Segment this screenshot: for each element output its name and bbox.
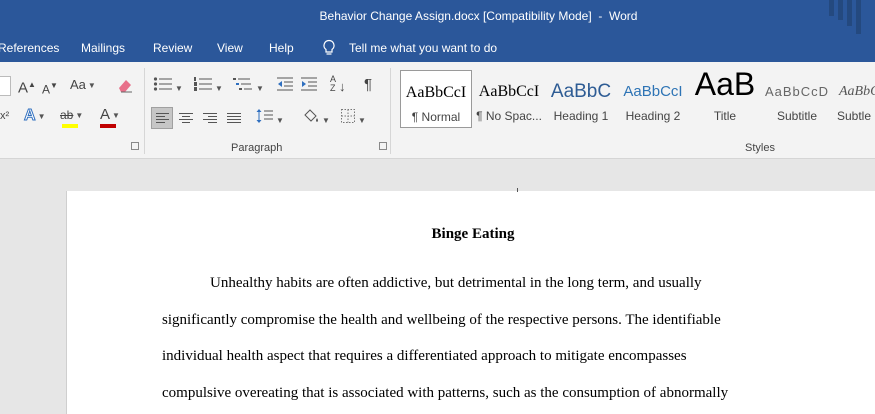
shrink-font-icon: A [42,82,51,97]
style-heading-1[interactable]: AaBbC Heading 1 [545,70,617,128]
show-formatting-button[interactable]: ¶ [364,76,372,94]
paragraph-group-label: Paragraph [231,142,283,154]
title-bar: Behavior Change Assign.docx [Compatibili… [0,0,875,34]
style-subtitle[interactable]: AaBbCcD Subtitle [761,70,833,128]
tab-review[interactable]: Review [153,41,192,55]
body-line: significantly compromise the health and … [162,312,721,328]
font-color-swatch [100,124,116,128]
style-sample: AaBbCcI [478,83,540,100]
highlight-color-swatch [62,124,78,128]
numbered-list-icon [194,77,212,91]
text-effects-button[interactable]: A ▼ [24,107,46,126]
body-line: individual health aspect that requires a… [162,348,687,364]
style-name: ¶ Normal [411,110,461,124]
tab-references[interactable]: References [0,41,59,55]
sort-icon: A Z [330,74,336,93]
style-name: Heading 1 [553,109,609,123]
styles-group-label: Styles [745,142,775,154]
multilevel-list-button[interactable]: ▼ [232,76,264,98]
document-title: Binge Eating [431,226,515,242]
lightbulb-icon[interactable] [322,39,336,56]
body-line: compulsive overeating that is associated… [162,385,729,401]
highlight-color-button[interactable]: ab ▼ [60,106,83,128]
align-left-button[interactable] [151,107,173,129]
decrease-indent-icon [277,77,293,91]
style-name: Subtle E [837,109,875,123]
text-effects-icon: A [24,107,37,125]
multilevel-list-icon [233,78,252,90]
ribbon-home: A▲ A▼ Aa ▼ x² A ▼ ab ▼ A ▼ ▼ ▼ ▼ A Z ↓ ¶… [0,62,875,159]
line-spacing-button[interactable]: ▼ [256,108,284,130]
page-break-mark [517,188,518,192]
style-name: ¶ No Spac... [476,109,542,123]
document-canvas: Binge Eating Unhealthy habits are often … [0,159,875,414]
highlighter-icon: ab [60,108,74,122]
superscript-button[interactable]: x² [0,107,9,125]
tell-me-search[interactable]: Tell me what you want to do [349,41,497,55]
decrease-indent-button[interactable] [276,76,294,97]
tab-mailings[interactable]: Mailings [81,41,125,55]
numbering-button[interactable]: ▼ [193,76,223,98]
style-normal[interactable]: AaBbCcI ¶ Normal [400,70,472,128]
eraser-icon [119,80,132,93]
paint-bucket-icon [304,109,318,122]
shrink-font-button[interactable]: A▼ [42,77,58,98]
grow-font-icon: A [18,79,29,97]
change-case-button[interactable]: Aa ▼ [70,76,96,95]
style-sample: AaBbCcD [839,84,875,99]
increase-indent-icon [301,77,317,91]
borders-icon [341,109,355,123]
style-sample: AaBbCcD [764,84,830,99]
borders-button[interactable]: ▼ [340,108,366,130]
clear-formatting-button[interactable] [116,76,134,99]
style-sample: AaBbCcI [623,83,683,100]
increase-indent-button[interactable] [300,76,318,97]
pilcrow-icon: ¶ [364,76,373,93]
font-size-dropdown[interactable] [0,76,11,96]
style-no-spacing[interactable]: AaBbCcI ¶ No Spac... [473,70,545,128]
body-line: Unhealthy habits are often addictive, bu… [210,275,702,291]
tab-view[interactable]: View [217,41,243,55]
style-name: Subtitle [776,109,818,123]
group-separator [390,68,391,154]
style-name: Heading 2 [625,109,681,123]
ribbon-tabs: References Mailings Review View Help Tel… [0,34,875,62]
sort-button[interactable]: A Z ↓ [330,74,346,94]
font-color-button[interactable]: A ▼ [100,106,120,128]
center-button[interactable] [176,107,198,129]
align-right-button[interactable] [200,107,222,129]
style-heading-2[interactable]: AaBbCcI Heading 2 [617,70,689,128]
styles-gallery: AaBbCcI ¶ Normal AaBbCcI ¶ No Spac... Aa… [400,70,875,128]
shading-button[interactable]: ▼ [302,108,330,130]
style-sample: AaBbCcI [405,84,467,101]
style-subtle-emphasis[interactable]: AaBbCcD Subtle E [833,70,875,128]
tab-help[interactable]: Help [269,41,294,55]
window-title: Behavior Change Assign.docx [Compatibili… [319,9,638,23]
group-separator [144,68,145,154]
paragraph-dialog-launcher[interactable] [379,142,387,150]
line-spacing-icon [256,109,273,123]
bullets-button[interactable]: ▼ [153,76,183,98]
bullet-list-icon [153,77,172,91]
superscript-icon: x² [0,110,10,122]
grow-font-button[interactable]: A▲ [18,76,36,97]
style-sample: AaBbC [550,81,612,102]
font-dialog-launcher[interactable] [131,142,139,150]
justify-button[interactable] [224,107,246,129]
style-title[interactable]: AaB Title [689,70,761,128]
change-case-icon: Aa [70,77,86,92]
document-page[interactable]: Binge Eating Unhealthy habits are often … [66,188,875,414]
font-color-icon: A [100,106,111,123]
style-sample: AaB [694,70,756,102]
style-name: Title [713,109,737,123]
